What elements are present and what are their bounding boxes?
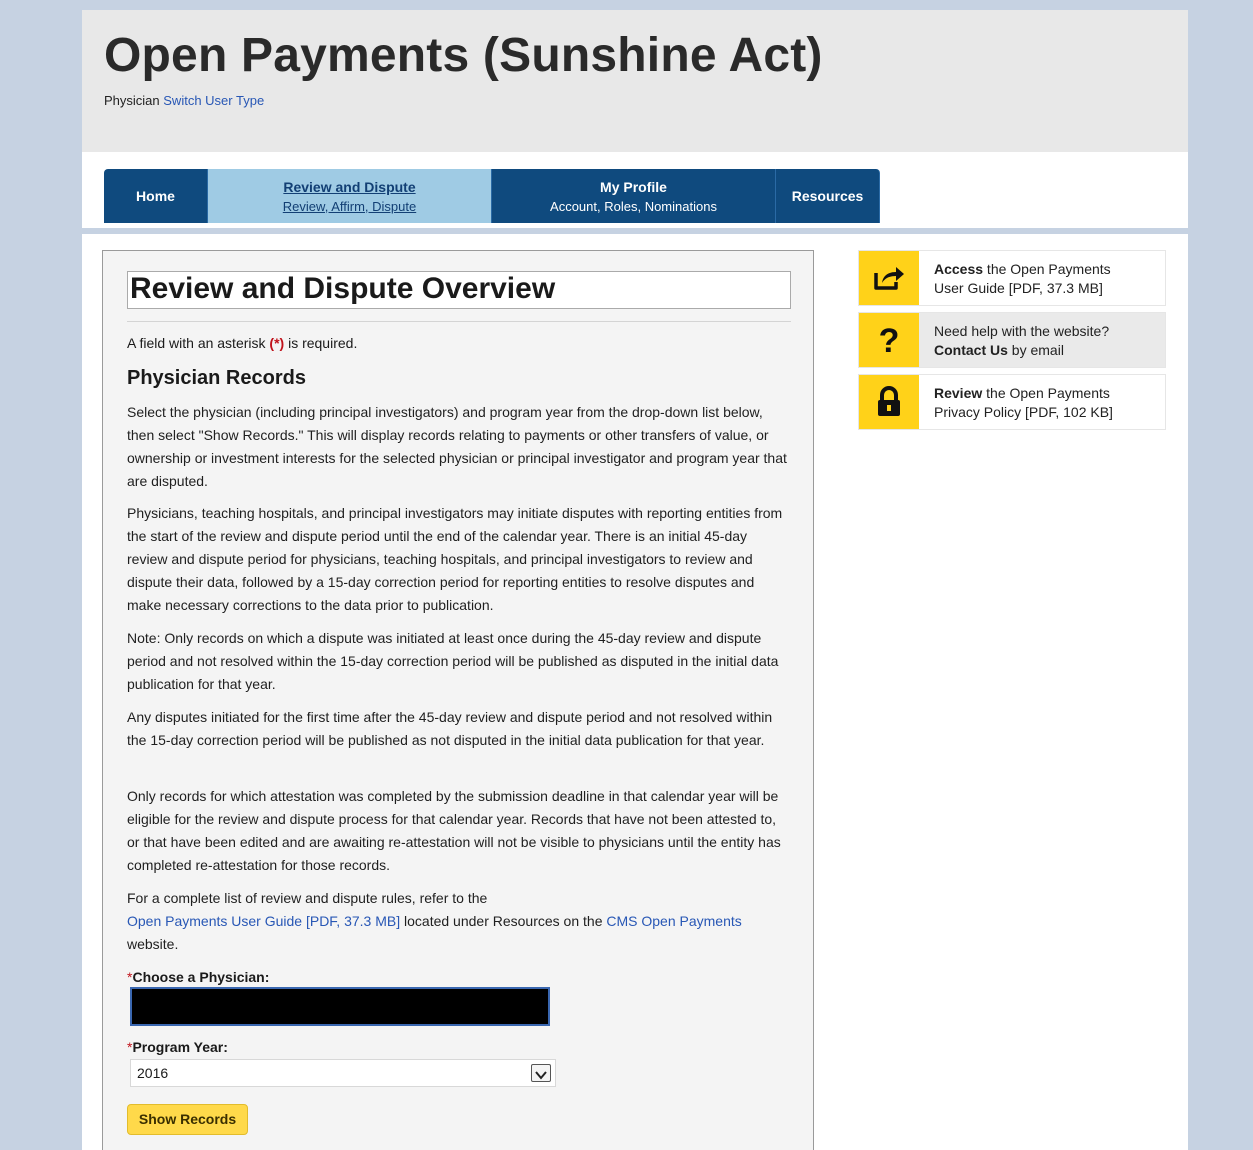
physician-label-text: Choose a Physician: — [132, 969, 270, 985]
paragraph-late-disputes: Any disputes initiated for the first tim… — [127, 709, 773, 748]
paragraph-rules: For a complete list of review and disput… — [127, 887, 791, 956]
svg-text:?: ? — [879, 323, 900, 357]
page-title: Review and Dispute Overview — [127, 271, 791, 309]
rules-text: For a complete list of review and disput… — [127, 890, 488, 906]
program-year-label-text: Program Year: — [132, 1039, 228, 1055]
user-guide-link[interactable]: Open Payments User Guide [PDF, 37.3 MB] — [127, 913, 400, 929]
rules-mid-text: located under Resources on the — [400, 913, 607, 929]
paragraph-note: Note: Only records on which a dispute wa… — [127, 630, 779, 692]
contact-us-card-text: Need help with the website? Contact Us b… — [934, 322, 1109, 360]
program-year-label: *Program Year: — [127, 1039, 228, 1055]
card1-bold: Access — [934, 261, 984, 277]
paragraph-dispute-period: Physicians, teaching hospitals, and prin… — [127, 505, 783, 613]
card3-line2: Privacy Policy [PDF, 102 KB] — [934, 404, 1113, 420]
user-guide-card-text: Access the Open Payments User Guide [PDF… — [934, 260, 1111, 298]
user-type-label: Physician — [104, 93, 160, 108]
privacy-policy-card[interactable]: Review the Open Payments Privacy Policy … — [858, 374, 1166, 430]
site-title: Open Payments (Sunshine Act) — [104, 29, 823, 82]
nav-home[interactable]: Home — [104, 169, 208, 223]
title-divider — [127, 321, 791, 322]
nav-review-sub: Review, Affirm, Dispute — [282, 198, 417, 214]
nav-profile-sub: Account, Roles, Nominations — [550, 198, 717, 214]
privacy-policy-card-text: Review the Open Payments Privacy Policy … — [934, 384, 1113, 422]
contact-us-card[interactable]: ? Need help with the website? Contact Us… — [858, 312, 1166, 368]
page: Open Payments (Sunshine Act) Physician S… — [82, 10, 1188, 1150]
required-note-text: A field with an asterisk — [127, 335, 270, 351]
nav-profile-title: My Profile — [600, 178, 667, 195]
program-year-value: 2016 — [137, 1065, 169, 1081]
physician-select[interactable] — [130, 987, 550, 1026]
card2-rest: by email — [1007, 342, 1064, 358]
nav-resources[interactable]: Resources — [776, 169, 880, 223]
user-type-line: Physician Switch User Type — [104, 93, 264, 108]
rules-end-text: website. — [127, 936, 179, 952]
show-records-button[interactable]: Show Records — [127, 1104, 248, 1135]
card2-bold: Contact Us — [934, 342, 1008, 358]
card2-line1: Need help with the website? — [934, 323, 1110, 339]
cms-open-payments-link[interactable]: CMS Open Payments — [606, 913, 741, 929]
nav-my-profile[interactable]: My Profile Account, Roles, Nominations — [492, 169, 776, 223]
nav-home-label: Home — [136, 188, 175, 204]
nav-resources-label: Resources — [791, 188, 864, 204]
switch-user-type-link[interactable]: Switch User Type — [163, 93, 264, 108]
paragraph-attestation: Only records for which attestation was c… — [127, 788, 781, 873]
required-note-suffix: is required. — [284, 335, 358, 351]
required-field-note: A field with an asterisk (*) is required… — [127, 335, 357, 351]
physician-field-label: *Choose a Physician: — [127, 969, 269, 985]
program-year-select[interactable]: 2016 — [130, 1059, 556, 1087]
main-nav: Home Review and Dispute Review, Affirm, … — [104, 169, 880, 223]
question-mark-icon: ? — [859, 313, 919, 367]
header-divider — [82, 228, 1188, 234]
card1-rest: the Open Payments — [983, 261, 1111, 277]
site-header: Open Payments (Sunshine Act) Physician S… — [82, 10, 1188, 152]
required-asterisk: (*) — [269, 335, 285, 351]
share-arrow-icon — [859, 251, 919, 305]
nav-review-title: Review and Dispute — [283, 178, 416, 195]
section-title: Physician Records — [127, 367, 306, 389]
user-guide-card[interactable]: Access the Open Payments User Guide [PDF… — [858, 250, 1166, 306]
main-content: Review and Dispute Overview A field with… — [102, 250, 814, 1150]
nav-review-and-dispute[interactable]: Review and Dispute Review, Affirm, Dispu… — [208, 169, 492, 223]
paragraph-intro: Select the physician (including principa… — [127, 404, 787, 489]
chevron-down-icon[interactable] — [531, 1064, 551, 1082]
card3-bold: Review — [934, 385, 983, 401]
lock-icon — [859, 375, 919, 429]
card3-rest: the Open Payments — [982, 385, 1110, 401]
card1-line2: User Guide [PDF, 37.3 MB] — [934, 280, 1103, 296]
